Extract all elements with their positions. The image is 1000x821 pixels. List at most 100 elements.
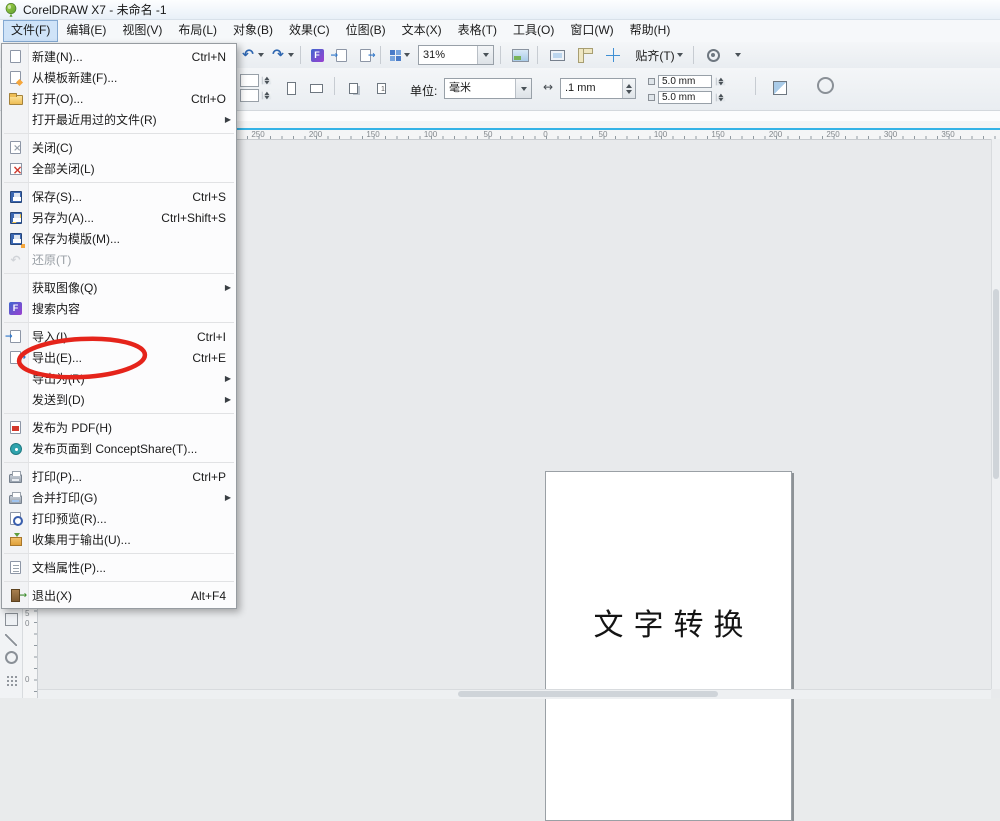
file-menu-icon-cell <box>2 71 29 84</box>
file-menu-item-import[interactable]: 导入(I)...Ctrl+I <box>2 326 236 347</box>
file-menu-item-save[interactable]: 保存(S)...Ctrl+S <box>2 186 236 207</box>
file-menu-item-merge-print[interactable]: 合并打印(G)▶ <box>2 487 236 508</box>
file-menu-item-export[interactable]: 导出(E)...Ctrl+E <box>2 347 236 368</box>
menubar-item-view[interactable]: 视图(V) <box>114 20 170 42</box>
horizontal-scrollbar-thumb[interactable] <box>458 691 718 697</box>
file-menu-item-new[interactable]: 新建(N)...Ctrl+N <box>2 46 236 67</box>
file-menu-item-collect-for-output[interactable]: 收集用于输出(U)... <box>2 529 236 550</box>
combo-dropdown-button[interactable] <box>477 46 493 64</box>
menubar-item-bitmaps[interactable]: 位图(B) <box>338 20 394 42</box>
duplicate-distance-x[interactable]: 5.0 mm <box>648 74 726 88</box>
file-menu-item-publish-conceptshare[interactable]: 发布页面到 ConceptShare(T)... <box>2 438 236 459</box>
menubar-item-text[interactable]: 文本(X) <box>394 20 450 42</box>
file-menu-item-export-for[interactable]: 导出为(R)▶ <box>2 368 236 389</box>
show-guidelines-button[interactable] <box>600 45 626 65</box>
show-rulers-button[interactable] <box>572 45 598 65</box>
page-dimension-spinners[interactable] <box>240 74 272 104</box>
toolbox-tool-button[interactable] <box>2 671 20 689</box>
file-menu-item-label: 全部关闭(L) <box>29 160 236 177</box>
spinner-buttons[interactable] <box>262 92 271 100</box>
all-pages-button[interactable] <box>342 77 365 100</box>
search-content-icon <box>9 302 22 315</box>
page-height-box[interactable] <box>240 89 259 102</box>
zoom-level-combo[interactable]: 31% <box>418 45 494 65</box>
menubar-item-object[interactable]: 对象(B) <box>225 20 281 42</box>
file-menu-item-document-properties[interactable]: 文档属性(P)... <box>2 557 236 578</box>
welcome-screen-button[interactable] <box>507 45 533 65</box>
fullscreen-preview-button[interactable] <box>544 45 570 65</box>
units-value: 毫米 <box>445 79 515 98</box>
file-menu-item-save-as[interactable]: 另存为(A)...Ctrl+Shift+S <box>2 207 236 228</box>
nudge-offset-input[interactable]: .1 mm <box>560 78 636 99</box>
export-icon <box>10 351 21 364</box>
import-icon <box>10 330 21 343</box>
vertical-scrollbar[interactable] <box>991 139 1000 689</box>
file-menu-separator <box>4 553 234 554</box>
outline-width-icon[interactable] <box>817 77 834 94</box>
menubar-item-edit[interactable]: 编辑(E) <box>58 20 114 42</box>
spinner-buttons[interactable] <box>262 77 271 85</box>
menubar-item-file[interactable]: 文件(F) <box>3 20 58 42</box>
file-menu-item-search-content[interactable]: 搜索内容 <box>2 298 236 319</box>
search-content-button[interactable] <box>306 45 328 65</box>
export-button[interactable] <box>354 45 376 65</box>
file-menu-item-shortcut: Ctrl+P <box>192 470 236 484</box>
file-menu-item-label: 关闭(C) <box>29 139 236 156</box>
file-menu-item-exit[interactable]: 退出(X)Alt+F4 <box>2 585 236 606</box>
drawing-page[interactable]: 文字转换 <box>545 471 792 821</box>
exit-icon <box>11 589 20 602</box>
portrait-button[interactable] <box>280 77 303 100</box>
file-menu-item-open[interactable]: 打开(O)...Ctrl+O <box>2 88 236 109</box>
file-menu-item-save-as-template[interactable]: 保存为模版(M)... <box>2 228 236 249</box>
file-menu-icon-cell <box>2 561 29 574</box>
menubar-item-table[interactable]: 表格(T) <box>450 20 505 42</box>
toolbar-overflow-button[interactable] <box>730 45 746 65</box>
file-menu-item-new-from-template[interactable]: 从模板新建(F)... <box>2 67 236 88</box>
toolbox-tool-button[interactable] <box>2 648 20 666</box>
file-menu-item-close-all[interactable]: 全部关闭(L) <box>2 158 236 179</box>
file-menu-item-label: 另存为(A)... <box>29 209 161 226</box>
vertical-scrollbar-thumb[interactable] <box>993 289 999 479</box>
units-combo[interactable]: 毫米 <box>444 78 532 99</box>
new-document-icon <box>10 50 21 63</box>
file-menu-item-acquire-image[interactable]: 获取图像(Q)▶ <box>2 277 236 298</box>
file-menu-item-publish-pdf[interactable]: 发布为 PDF(H) <box>2 417 236 438</box>
current-page-button[interactable] <box>370 77 393 100</box>
toolbox-tool-button[interactable] <box>2 610 20 628</box>
spinner-buttons[interactable] <box>716 77 725 85</box>
app-launcher-button[interactable] <box>386 45 412 65</box>
tb1-sep4 <box>537 46 538 64</box>
file-menu-item-close[interactable]: 关闭(C) <box>2 137 236 158</box>
menubar-item-effects[interactable]: 效果(C) <box>281 20 338 42</box>
treat-as-filled-icon <box>773 81 787 95</box>
landscape-button[interactable] <box>305 77 328 100</box>
ruler-v-label: 0 <box>25 619 29 628</box>
menubar-item-tools[interactable]: 工具(O) <box>505 20 562 42</box>
snap-to-dropdown[interactable]: 贴齐(T) <box>630 45 688 65</box>
file-menu-item-send-to[interactable]: 发送到(D)▶ <box>2 389 236 410</box>
chevron-down-icon <box>288 53 294 57</box>
pb-sep-2 <box>755 77 756 95</box>
page-text-object[interactable]: 文字转换 <box>546 600 791 644</box>
undo-button[interactable]: ↶ <box>238 45 266 65</box>
duplicate-distance-y[interactable]: 5.0 mm <box>648 90 726 104</box>
file-menu-item-print[interactable]: 打印(P)...Ctrl+P <box>2 466 236 487</box>
spinner-buttons[interactable] <box>716 93 725 101</box>
spin-up-icon <box>626 84 632 88</box>
treat-as-filled-button[interactable] <box>768 76 791 99</box>
redo-button[interactable]: ↷ <box>268 45 296 65</box>
options-button[interactable] <box>700 45 726 65</box>
file-menu-item-open-recent[interactable]: 打开最近用过的文件(R)▶ <box>2 109 236 130</box>
toolbox-tool-button[interactable] <box>2 631 20 649</box>
combo-dropdown-button[interactable] <box>515 79 531 98</box>
import-button[interactable] <box>330 45 352 65</box>
ruler-h-label: 150 <box>361 130 385 139</box>
tb1-sep3 <box>500 46 501 64</box>
page-width-box[interactable] <box>240 74 259 87</box>
file-menu-item-label: 收集用于输出(U)... <box>29 531 236 548</box>
menubar-item-help[interactable]: 帮助(H) <box>622 20 679 42</box>
menubar-item-window[interactable]: 窗口(W) <box>562 20 621 42</box>
spinner-buttons[interactable] <box>622 79 635 98</box>
menubar-item-layout[interactable]: 布局(L) <box>170 20 225 42</box>
file-menu-item-print-preview[interactable]: 打印预览(R)... <box>2 508 236 529</box>
